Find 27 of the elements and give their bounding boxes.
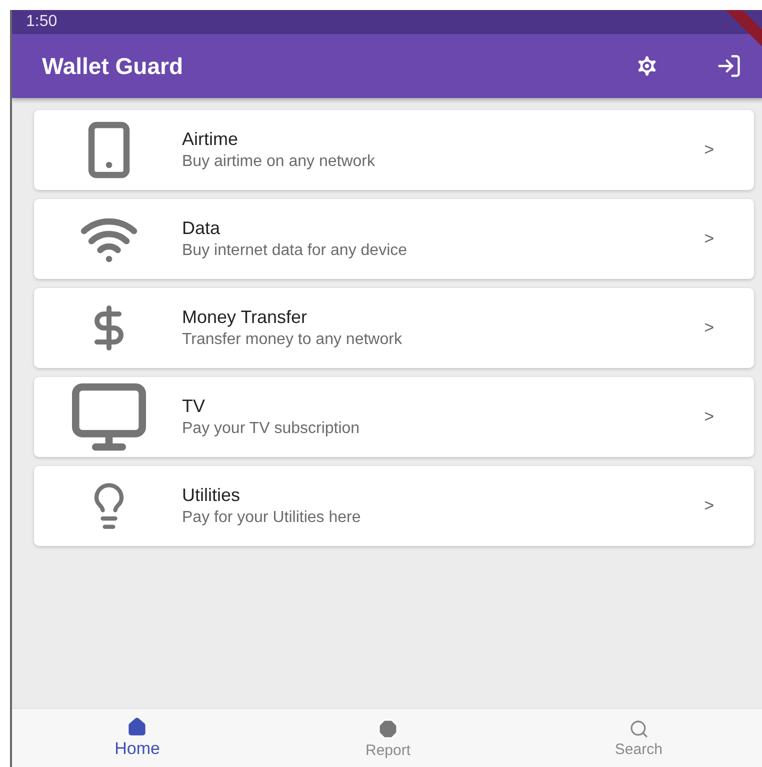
chevron: > [704, 407, 714, 427]
app-title: Wallet Guard [42, 52, 184, 80]
service-card[interactable]: Airtime Buy airtime on any network > [34, 110, 754, 190]
service-card[interactable]: Money Transfer Transfer money to any network > [34, 288, 754, 368]
service-card[interactable]: TV Pay your TV subscription > [34, 377, 754, 457]
search-icon [628, 718, 649, 738]
service-title: Data [182, 218, 222, 239]
home-icon [127, 717, 148, 737]
chevron: > [704, 318, 714, 338]
service-card[interactable]: Utilities Pay for your Utilities here > [34, 466, 754, 546]
service-title: Utilities [182, 485, 242, 506]
service-title: TV [182, 396, 206, 417]
service-card[interactable]: Data Buy internet data for any device > [34, 199, 754, 279]
service-title: Airtime [182, 129, 240, 150]
nav-tab[interactable]: Home [12, 709, 263, 767]
service-subtitle: Buy internet data for any device [182, 242, 408, 260]
service-subtitle: Transfer money to any network [182, 331, 403, 349]
chevron: > [704, 496, 714, 516]
alert-icon [377, 718, 399, 740]
service-subtitle: Pay for your Utilities here [182, 509, 362, 527]
service-title: Money Transfer [182, 307, 308, 328]
chevron: > [704, 229, 714, 249]
service-subtitle: Pay your TV subscription [182, 420, 361, 438]
chevron: > [704, 140, 714, 160]
exit-icon [716, 53, 742, 79]
service-subtitle: Buy airtime on any network [182, 153, 376, 171]
status-time: 1:50 [26, 13, 58, 31]
